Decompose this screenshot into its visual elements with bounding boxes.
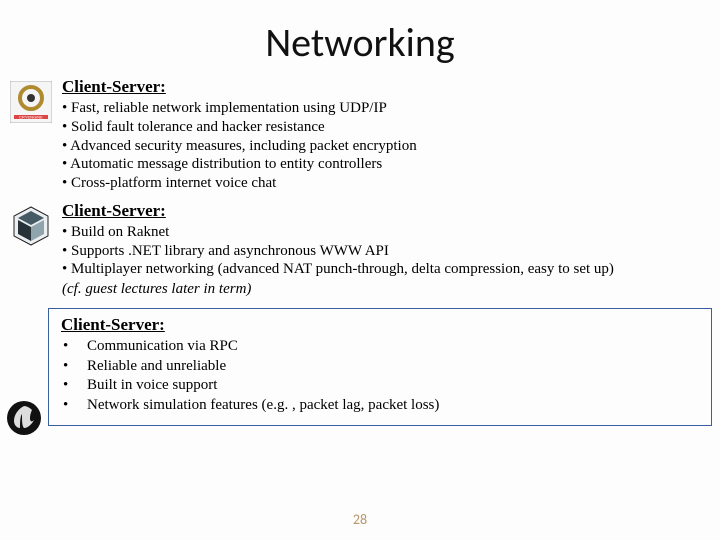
bullet-item: • Multiplayer networking (advanced NAT p… <box>62 260 700 279</box>
slide-title: Networking <box>0 18 720 67</box>
section-note: (cf. guest lectures later in term) <box>62 281 700 298</box>
section-bullets: Communication via RPC Reliable and unrel… <box>61 337 699 415</box>
section-unity: Client-Server: • Build on Raknet • Suppo… <box>0 201 720 298</box>
cryengine-icon: CRYENGINE <box>10 81 52 123</box>
section-bullets: • Fast, reliable network implementation … <box>62 99 700 193</box>
bullet-item: • Advanced security measures, including … <box>62 137 700 156</box>
slide: Networking CRYENGINE Client-Server: • Fa… <box>0 0 720 540</box>
bullet-item: • Solid fault tolerance and hacker resis… <box>62 118 700 137</box>
section-heading: Client-Server: <box>62 77 700 97</box>
bullet-item: Communication via RPC <box>63 337 699 357</box>
bullet-item: • Fast, reliable network implementation … <box>62 99 700 118</box>
bullet-item: • Supports .NET library and asynchronous… <box>62 242 700 261</box>
section-heading: Client-Server: <box>61 315 699 335</box>
svg-text:CRYENGINE: CRYENGINE <box>19 115 43 120</box>
bullet-item: Network simulation features (e.g. , pack… <box>63 396 699 416</box>
bullet-item: Reliable and unreliable <box>63 357 699 377</box>
bullet-item: • Automatic message distribution to enti… <box>62 155 700 174</box>
unreal-icon <box>6 400 42 436</box>
unity-icon <box>10 205 52 247</box>
bullet-item: • Cross-platform internet voice chat <box>62 174 700 193</box>
section-cryengine: CRYENGINE Client-Server: • Fast, reliabl… <box>0 77 720 193</box>
bullet-item: Built in voice support <box>63 376 699 396</box>
page-number: 28 <box>0 511 720 528</box>
section-bullets: • Build on Raknet • Supports .NET librar… <box>62 223 700 279</box>
bullet-item: • Build on Raknet <box>62 223 700 242</box>
section-unreal-box: Client-Server: Communication via RPC Rel… <box>48 308 712 426</box>
section-heading: Client-Server: <box>62 201 700 221</box>
